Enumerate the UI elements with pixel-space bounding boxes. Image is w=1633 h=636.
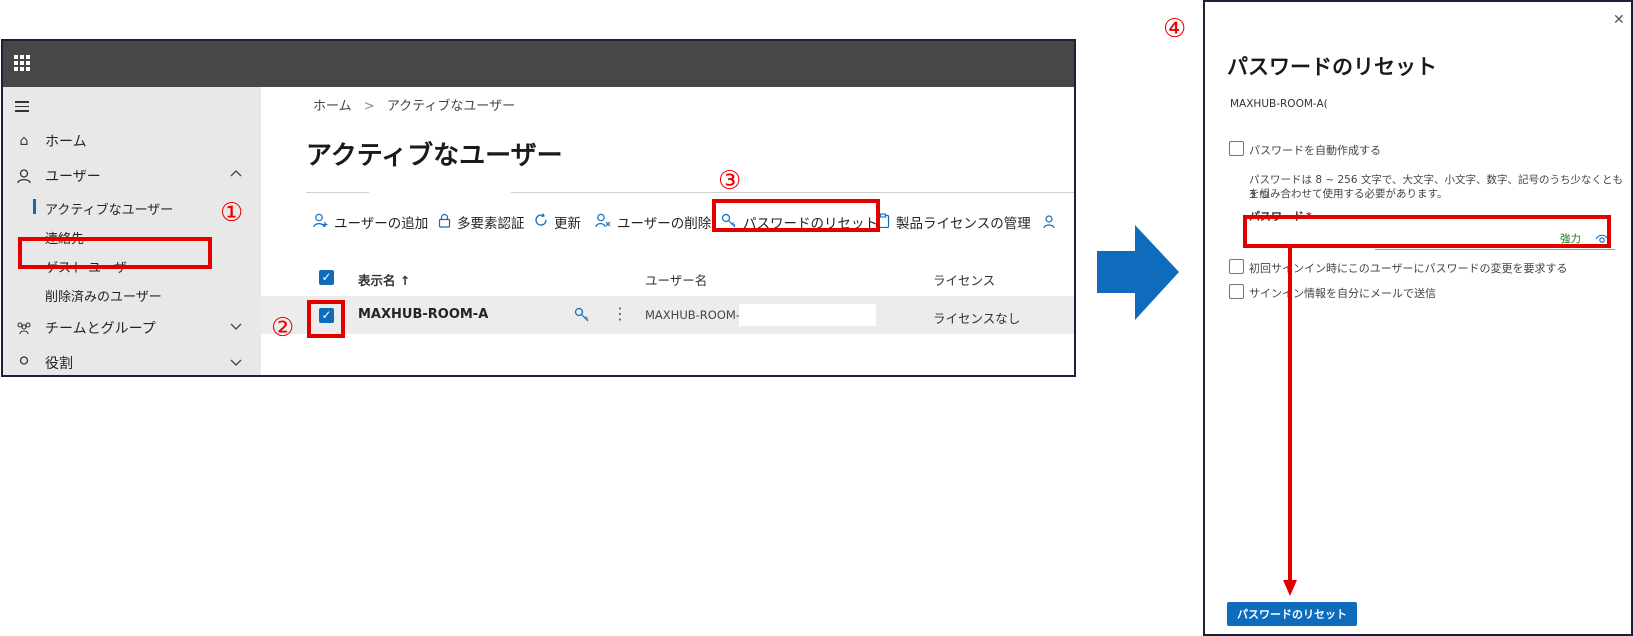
email-me-checkbox[interactable] [1229,284,1244,299]
delete-user-label: ユーザーの削除 [617,216,712,232]
breadcrumb-separator: > [363,99,375,114]
divider [511,192,1074,193]
manage-licenses-button[interactable]: 製品ライセンスの管理 [876,212,1031,232]
reset-password-submit-button[interactable]: パスワードのリセット [1227,602,1357,626]
reset-password-row-icon[interactable] [574,307,590,326]
panel-user: MAXHUB-ROOM-A( [1230,98,1328,110]
select-all-checkbox[interactable]: ✓ [319,270,334,285]
sidebar-item-label: ホーム [45,134,87,150]
mfa-label: 多要素認証 [457,216,525,232]
reset-password-panel: ✕ パスワードのリセット MAXHUB-ROOM-A( パスワードを自動作成する… [1203,0,1633,636]
breadcrumb: ホーム > アクティブなユーザー [313,95,515,114]
column-header-username[interactable]: ユーザー名 [645,270,707,289]
annotation-box-1 [18,237,212,269]
main-content: ホーム > アクティブなユーザー アクティブなユーザー ユーザーの追加 多要素認… [261,87,1074,375]
right-arrow-icon [1097,225,1179,324]
redacted-block [739,304,876,326]
panel-title: パスワードのリセット [1227,55,1437,79]
sidebar-item-home[interactable]: ⌂ ホーム [15,131,87,151]
more-options-icon[interactable]: ⋮ [612,304,628,323]
annotation-box-3 [712,199,880,232]
breadcrumb-home[interactable]: ホーム [313,99,352,114]
chevron-down-icon[interactable] [230,357,242,370]
group-icon [15,320,33,336]
auto-create-label: パスワードを自動作成する [1249,144,1381,157]
row-display-name[interactable]: MAXHUB-ROOM-A [358,307,488,322]
breadcrumb-current: アクティブなユーザー [386,99,516,114]
chevron-down-icon[interactable] [230,321,242,334]
refresh-label: 更新 [554,216,581,232]
annotation-number-3: ③ [718,166,742,196]
hamburger-icon[interactable] [15,101,29,112]
admin-center-window: ⌂ ホーム ユーザー アクティブなユーザー 連絡先 ゲスト ユーザー 削除済みの… [1,39,1076,377]
chevron-up-icon[interactable] [230,167,242,180]
mfa-button[interactable]: 多要素認証 [438,212,525,232]
column-header-license[interactable]: ライセンス [933,270,995,289]
column-header-display-name[interactable]: 表示名 ↑ [358,270,410,289]
delete-user-button[interactable]: ユーザーの削除 [595,212,711,232]
add-user-label: ユーザーの追加 [334,216,429,232]
top-bar [3,41,1074,87]
page-title: アクティブなユーザー [306,141,563,171]
home-icon: ⌂ [19,133,29,149]
add-person-icon [313,213,328,232]
sidebar-item-teams-groups[interactable]: チームとグループ [15,318,156,338]
active-indicator [33,199,36,214]
app-launcher-icon[interactable] [14,55,30,71]
sidebar-item-deleted-users[interactable]: 削除済みのユーザー [45,286,162,305]
refresh-icon [534,213,548,231]
sidebar-item-roles[interactable]: 役割 [15,353,73,373]
lock-icon [438,213,451,232]
auto-create-checkbox[interactable] [1229,141,1244,156]
sidebar-item-users[interactable]: ユーザー [15,166,101,186]
annotation-number-1: ① [220,198,244,228]
sidebar-item-label: チームとグループ [45,321,156,337]
person-icon [15,355,33,371]
refresh-button[interactable]: 更新 [534,212,581,232]
sidebar: ⌂ ホーム ユーザー アクティブなユーザー 連絡先 ゲスト ユーザー 削除済みの… [3,87,261,375]
email-me-label: サインイン情報を自分にメールで送信 [1249,287,1436,300]
password-help-line2: を組み合わせて使用する必要があります。 [1249,188,1448,200]
add-user-button[interactable]: ユーザーの追加 [313,212,428,232]
annotation-arrow [1283,246,1297,600]
sidebar-item-active-users[interactable]: アクティブなユーザー [45,199,173,218]
sidebar-item-label: ユーザー [45,169,101,185]
close-icon[interactable]: ✕ [1613,12,1625,28]
table-row[interactable]: ✓ MAXHUB-ROOM-A ⋮ MAXHUB-ROOM-A ライセンスなし [261,296,1074,334]
row-license: ライセンスなし [933,311,1021,326]
manage-licenses-label: 製品ライセンスの管理 [896,216,1031,232]
sidebar-item-label: 削除済みのユーザー [45,290,162,305]
person-icon[interactable] [1043,214,1055,233]
row-username: MAXHUB-ROOM-A [645,308,748,322]
annotation-box-2 [307,300,345,338]
person-icon [15,168,33,184]
annotation-number-4: ④ [1163,14,1187,44]
delete-person-icon [595,213,611,232]
sidebar-item-label: 役割 [45,356,73,372]
require-change-checkbox[interactable] [1229,259,1244,274]
annotation-number-2: ② [271,313,295,343]
annotation-box-4 [1243,215,1611,248]
password-underline [1375,249,1615,250]
divider [306,192,369,193]
sidebar-item-label: アクティブなユーザー [45,203,174,218]
